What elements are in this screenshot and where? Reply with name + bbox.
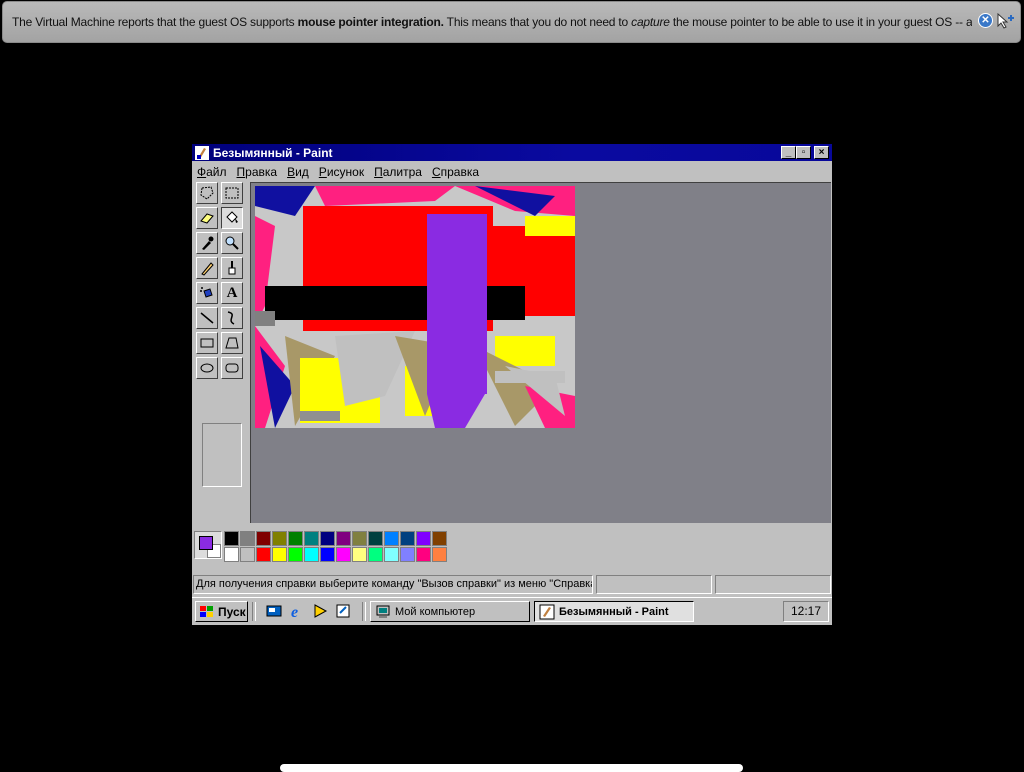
rounded-rectangle-icon[interactable] [221,357,243,379]
title-bar[interactable]: Безымянный - Paint _ ▫ × [192,144,832,161]
menu-file[interactable]: Файл [192,165,232,179]
palette-swatch[interactable] [432,531,447,546]
canvas-workspace[interactable] [250,182,831,523]
channels-icon[interactable] [335,603,351,619]
system-clock[interactable]: 12:17 [783,601,829,622]
eraser-icon[interactable] [196,207,218,229]
brush-icon[interactable] [221,257,243,279]
text-tool-icon[interactable]: A [221,282,243,304]
palette-swatch[interactable] [224,531,239,546]
palette-swatch[interactable] [272,531,287,546]
minimize-button[interactable]: _ [781,146,796,159]
palette-swatch[interactable] [384,531,399,546]
menu-edit[interactable]: Правка [232,165,283,179]
palette-swatch[interactable] [352,547,367,562]
palette-swatch[interactable] [240,531,255,546]
palette-swatch[interactable] [368,531,383,546]
window-title: Безымянный - Paint [213,145,333,160]
palette-swatch[interactable] [400,531,415,546]
palette-swatch[interactable] [352,531,367,546]
palette-swatch[interactable] [400,547,415,562]
status-bar: Для получения справки выберите команду "… [192,574,832,596]
palette-swatch[interactable] [416,531,431,546]
task-my-computer[interactable]: Мой компьютер [370,601,530,622]
status-pane-coords [596,575,712,594]
palette-swatch[interactable] [320,531,335,546]
status-pane-size [715,575,831,594]
menu-view[interactable]: Вид [282,165,314,179]
close-icon[interactable]: ✕ [978,13,993,28]
internet-explorer-icon[interactable]: e [289,603,305,621]
my-computer-icon [376,605,390,618]
taskbar: Пуск e Мой компьютер Безымянный - Paint … [192,597,832,625]
line-icon[interactable] [196,307,218,329]
curve-icon[interactable] [221,307,243,329]
svg-text:e: e [291,604,298,619]
close-button[interactable]: × [814,146,829,159]
palette-swatch[interactable] [256,531,271,546]
palette-swatch[interactable] [240,547,255,562]
start-button[interactable]: Пуск [195,601,248,622]
paint-window: Безымянный - Paint _ ▫ × Файл Правка Вид… [192,144,832,624]
palette-swatch[interactable] [368,547,383,562]
palette-swatch[interactable] [256,547,271,562]
rectangle-icon[interactable] [196,332,218,354]
ellipse-icon[interactable] [196,357,218,379]
tool-options-box[interactable] [202,423,242,487]
menu-bar: Файл Правка Вид Рисунок Палитра Справка [192,162,832,182]
color-picker-icon[interactable] [196,232,218,254]
paint-app-icon [195,145,209,160]
rect-select-icon[interactable] [221,182,243,204]
airbrush-icon[interactable] [196,282,218,304]
paint-task-icon [539,604,555,619]
task-paint[interactable]: Безымянный - Paint [534,601,694,622]
palette-swatch[interactable] [384,547,399,562]
menu-image[interactable]: Рисунок [314,165,369,179]
notification-text: The Virtual Machine reports that the gue… [12,15,972,29]
menu-help[interactable]: Справка [427,165,484,179]
palette-swatch[interactable] [304,531,319,546]
current-colors[interactable] [194,531,222,559]
palette-swatch[interactable] [336,547,351,562]
fill-icon[interactable] [221,207,243,229]
media-player-icon[interactable] [312,603,328,619]
palette-swatch[interactable] [416,547,431,562]
host-dock-hint [280,764,743,772]
pencil-icon[interactable] [196,257,218,279]
mouse-integration-notification: The Virtual Machine reports that the gue… [2,1,1021,43]
mouse-integration-icon[interactable] [996,12,1016,29]
show-desktop-icon[interactable] [266,603,282,619]
palette-swatch[interactable] [336,531,351,546]
palette-swatch[interactable] [224,547,239,562]
palette-swatch[interactable] [432,547,447,562]
windows-logo-icon [200,605,213,617]
magnifier-icon[interactable] [221,232,243,254]
status-help-text: Для получения справки выберите команду "… [193,575,593,594]
palette-swatch[interactable] [304,547,319,562]
drawing-canvas[interactable] [255,186,575,428]
palette-swatch[interactable] [288,547,303,562]
palette-swatch[interactable] [320,547,335,562]
palette-swatch[interactable] [288,531,303,546]
foreground-color[interactable] [199,536,213,550]
palette-swatch[interactable] [272,547,287,562]
menu-palette[interactable]: Палитра [369,165,427,179]
maximize-button[interactable]: ▫ [796,146,811,159]
polygon-icon[interactable] [221,332,243,354]
toolbox: A [194,182,248,522]
free-form-select-icon[interactable] [196,182,218,204]
color-palette [192,527,832,573]
